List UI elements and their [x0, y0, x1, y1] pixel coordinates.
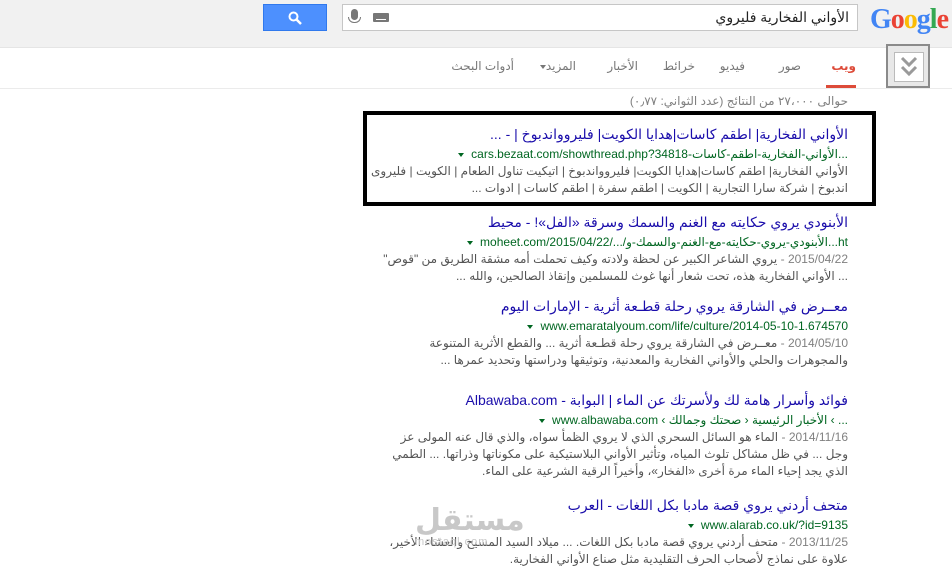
url-dropdown-icon[interactable] — [527, 324, 534, 329]
highlight-frame — [363, 111, 876, 206]
download-arrows-icon — [894, 52, 924, 82]
search-input[interactable] — [427, 8, 851, 26]
google-logo[interactable]: Google — [870, 4, 949, 36]
result-title-link[interactable]: معــرض في الشارقة يروي رحلة قطـعة أثرية … — [429, 298, 848, 315]
search-result: الأبنودي يروي حكايته مع الغنم والسمك وسر… — [383, 214, 848, 285]
search-tabs: ويب صور فيديو خرائط الأخبار المزيد أدوات… — [0, 48, 952, 89]
url-dropdown-icon[interactable] — [687, 523, 694, 528]
snippet-text: الماء هو السائل السحري الذي لا يروي الظم… — [400, 430, 779, 444]
result-snippet: 2014/11/16 - الماء هو السائل السحري الذي… — [392, 429, 848, 480]
microphone-icon[interactable] — [348, 9, 361, 23]
snippet-text: معــرض في الشارقة يروي رحلة قطـعة أثرية … — [429, 336, 778, 350]
tab-web[interactable]: ويب — [831, 59, 856, 73]
result-snippet: 2014/05/10 - معــرض في الشارقة يروي رحلة… — [429, 335, 848, 369]
search-icon — [288, 11, 302, 25]
result-url-text: www.alarab.co.uk/?id=9135 — [700, 518, 848, 532]
snippet-line: والمجوهرات والحلي والأواني الفخارية والم… — [440, 353, 848, 367]
watermark-arabic: مستقل — [415, 504, 525, 537]
tab-more-label: المزيد — [545, 59, 576, 73]
watermark-english: mostaql.com — [415, 536, 489, 548]
result-url: www.albawaba.com ‹ الأخبار الرئيسية ‹ صح… — [392, 413, 848, 427]
result-snippet: 2015/04/22 - يروي الشاعر الكبير عن لحظة … — [383, 251, 848, 285]
download-widget[interactable] — [886, 44, 930, 88]
url-dropdown-icon[interactable] — [466, 240, 473, 245]
active-tab-indicator — [826, 85, 856, 88]
tab-videos[interactable]: فيديو — [720, 59, 745, 73]
result-url-text: www.albawaba.com ‹ الأخبار الرئيسية ‹ صح… — [552, 413, 848, 427]
result-url: www.emaratalyoum.com/life/culture/2014-0… — [429, 319, 848, 333]
result-url: moheet.com/2015/04/22/.../الأبنودي-يروي-… — [383, 235, 848, 249]
search-button[interactable] — [263, 4, 327, 31]
tab-news[interactable]: الأخبار — [607, 59, 638, 73]
result-date: 2013/11/25 - — [781, 535, 848, 549]
snippet-line: 2014/11/16 - الماء هو السائل السحري الذي… — [392, 429, 848, 446]
snippet-line: ... الأواني الفخارية هذه، تحت شعار أنها … — [455, 269, 848, 283]
result-date: 2014/05/10 - — [780, 336, 848, 350]
tab-images[interactable]: صور — [779, 59, 801, 73]
result-title-link[interactable]: فوائد وأسرار هامة لك ولأسرتك عن الماء | … — [392, 392, 848, 409]
tab-search-tools[interactable]: أدوات البحث — [451, 59, 514, 73]
result-title-link[interactable]: الأبنودي يروي حكايته مع الغنم والسمك وسر… — [383, 214, 848, 231]
snippet-line: 2014/05/10 - معــرض في الشارقة يروي رحلة… — [429, 335, 848, 352]
watermark-logo: مستقل mostaql.com — [415, 504, 525, 549]
result-url-text: www.emaratalyoum.com/life/culture/2014-0… — [540, 319, 849, 333]
snippet-line: وجل ... في ظل مشاكل تلوث المياه، وتأثير … — [392, 447, 848, 461]
result-date: 2015/04/22 - — [780, 252, 848, 266]
search-result: فوائد وأسرار هامة لك ولأسرتك عن الماء | … — [392, 392, 848, 480]
tab-maps[interactable]: خرائط — [663, 59, 695, 73]
snippet-line: علاوة على نماذج لأصحاب الحرف التقليدية م… — [509, 552, 848, 566]
result-stats: حوالى ٢٧،٠٠٠ من النتائج (عدد الثواني: ٠٫… — [629, 94, 848, 108]
url-dropdown-icon[interactable] — [538, 418, 545, 423]
search-box[interactable] — [342, 4, 858, 31]
snippet-text: يروي الشاعر الكبير عن لحظة ولادته وكيف ت… — [383, 252, 778, 266]
search-result: معــرض في الشارقة يروي رحلة قطـعة أثرية … — [429, 298, 848, 369]
result-url-text: moheet.com/2015/04/22/.../الأبنودي-يروي-… — [480, 235, 848, 249]
keyboard-icon[interactable] — [373, 13, 389, 22]
top-bar: Google — [0, 0, 952, 48]
snippet-line: الذي يجد إحياء الماء مرة أخرى «الفخار»، … — [482, 464, 848, 478]
tab-more[interactable]: المزيد — [536, 59, 576, 73]
result-date: 2014/11/16 - — [781, 430, 848, 444]
snippet-line: 2015/04/22 - يروي الشاعر الكبير عن لحظة … — [383, 251, 848, 268]
